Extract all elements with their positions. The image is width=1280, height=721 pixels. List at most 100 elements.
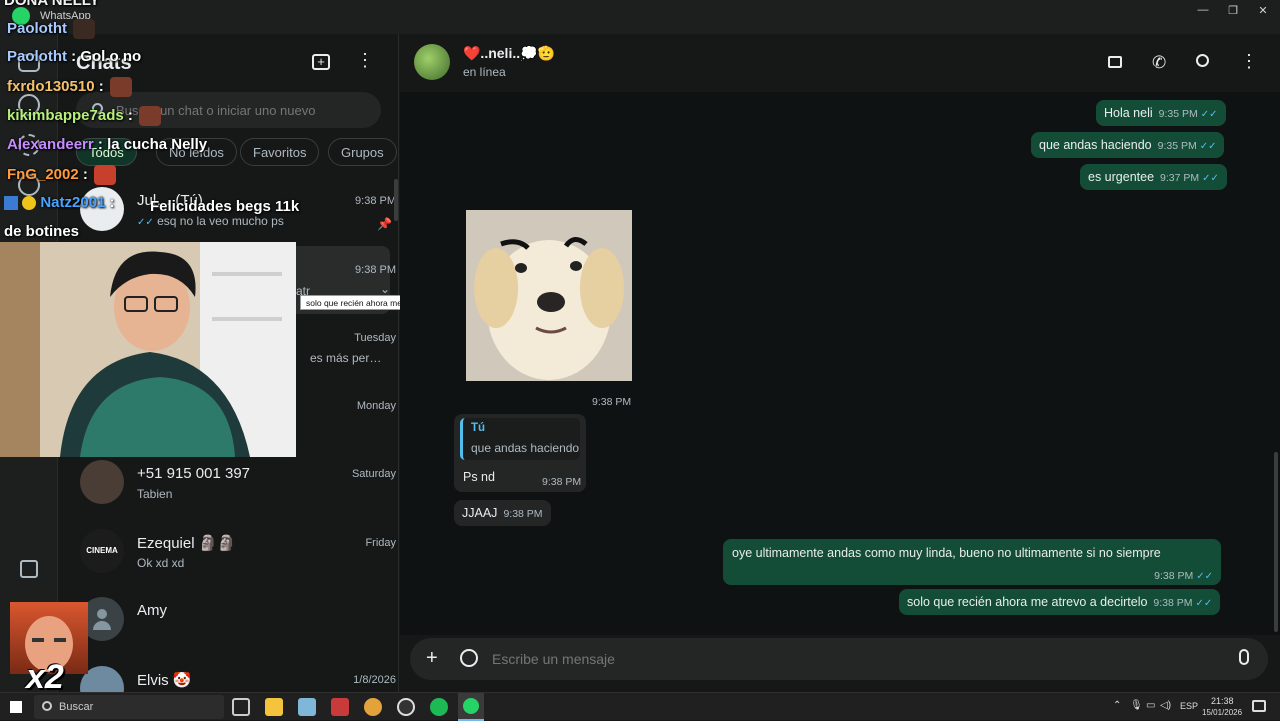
emote-icon	[138, 106, 161, 126]
stream-message: Gol o no	[80, 48, 142, 65]
title-bar: WhatsApp — ❐ ✕	[0, 0, 1280, 34]
chat-menu-icon[interactable]: ⋮	[1240, 51, 1258, 72]
message-bubble-outgoing[interactable]: es urgentee 9:37 PM ✓✓	[1080, 164, 1227, 190]
stream-chat-line: Paolotht : Gol o no	[7, 48, 142, 65]
obs-icon[interactable]	[397, 698, 415, 716]
stream-message: la cucha Nelly	[107, 136, 208, 153]
avatar	[80, 460, 124, 504]
quote-author: Tú	[471, 422, 486, 434]
stream-user: fxrdo130510	[7, 77, 95, 95]
message-time: 9:35 PM	[1157, 140, 1197, 152]
attach-plus-icon[interactable]: +	[426, 647, 438, 670]
message-input[interactable]	[492, 649, 1192, 669]
chat-name: Amy	[137, 602, 167, 619]
spotify-icon[interactable]	[430, 698, 448, 716]
notepad-icon[interactable]	[298, 698, 316, 716]
message-text: Ps nd	[463, 470, 495, 484]
stream-user: Alexandeerr	[7, 136, 94, 153]
windows-start-icon[interactable]	[10, 701, 22, 713]
emote-icon	[109, 77, 132, 97]
sticker-emoji-icon[interactable]	[460, 649, 478, 667]
conversation-scrollbar[interactable]	[1274, 452, 1278, 632]
tray-chevron-icon[interactable]: ⌃	[1113, 700, 1121, 711]
conversation-pane: Hola neli 9:35 PM ✓✓ que andas haciendo 9:3…	[400, 92, 1280, 635]
stream-chat-line: FnG_2002 :	[7, 165, 116, 185]
volume-icon[interactable]: ◁)	[1160, 700, 1171, 711]
chat-name: Elvis 🤡	[137, 672, 192, 689]
stream-user: kikimbappe7ads	[7, 106, 124, 124]
search-icon	[42, 701, 52, 711]
contact-name[interactable]: ❤️..neli..💭🫡	[463, 45, 555, 62]
stream-user: DOÑA NELLY	[4, 0, 100, 9]
message-bubble-outgoing[interactable]: solo que recién ahora me atrevo a decirt…	[899, 589, 1221, 615]
message-time: 9:38 PM	[503, 508, 543, 520]
chat-row[interactable]: CINEMA Ezequiel 🗿🗿 Friday Ok xd xd	[76, 519, 396, 587]
app-icon[interactable]	[331, 698, 349, 716]
minimize-button[interactable]: —	[1192, 4, 1214, 18]
message-bubble-incoming[interactable]: Tú que andas haciendo Ps nd 9:38 PM	[454, 414, 586, 492]
voice-call-icon[interactable]: ✆	[1152, 53, 1166, 73]
read-ticks-icon: ✓✓	[1202, 173, 1219, 184]
taskbar-search[interactable]: Buscar	[34, 695, 224, 719]
maximize-button[interactable]: ❐	[1222, 4, 1244, 18]
chat-time: Saturday	[351, 468, 396, 480]
stream-chat-line: Paolotht	[7, 19, 95, 39]
streamer-webcam-overlay	[0, 242, 296, 457]
clock-date[interactable]: 15/01/2026	[1202, 708, 1242, 717]
message-text: JJAAJ	[462, 506, 498, 520]
message-text: solo que recién ahora me atrevo a decirt…	[907, 595, 1148, 609]
chat-header: ❤️..neli..💭🫡 en línea ✆ ⋮	[400, 34, 1280, 92]
whatsapp-taskbar-button[interactable]	[458, 693, 484, 721]
task-view-icon[interactable]	[232, 698, 250, 716]
notifications-icon[interactable]	[1252, 700, 1266, 712]
message-time: 9:38 PM	[542, 476, 582, 488]
taskbar-search-label: Buscar	[59, 701, 94, 713]
chat-name: +51 915 001 397	[137, 465, 251, 482]
chrome-icon[interactable]	[364, 698, 382, 716]
message-bubble-incoming[interactable]: JJAAJ 9:38 PM	[454, 500, 551, 526]
chat-name: Ezequiel 🗿🗿	[137, 535, 237, 552]
dog-sticker-image[interactable]	[466, 210, 632, 381]
message-bubble-outgoing[interactable]: Hola neli 9:35 PM ✓✓	[1096, 100, 1226, 126]
quote-text: que andas haciendo	[471, 441, 580, 455]
chat-time: 1/8/2026	[353, 674, 396, 686]
message-bubble-outgoing[interactable]: oye ultimamente andas como muy linda, bu…	[723, 539, 1221, 585]
message-bubble-outgoing[interactable]: que andas haciendo 9:35 PM ✓✓	[1031, 132, 1225, 158]
pin-icon: 📌	[377, 217, 392, 231]
close-window-button[interactable]: ✕	[1252, 4, 1274, 18]
chat-time: 9:38 PM	[355, 195, 396, 207]
chat-preview: Ok xd xd	[137, 556, 185, 570]
message-time: 9:35 PM	[1158, 108, 1198, 120]
video-call-icon[interactable]	[1108, 56, 1122, 68]
filter-chip-favorites[interactable]: Favoritos	[240, 138, 320, 166]
search-icon[interactable]	[1196, 54, 1209, 67]
message-time: 9:37 PM	[1160, 172, 1200, 184]
list-scrollbar[interactable]	[394, 179, 398, 221]
microphone-tray-icon[interactable]: 🎙	[1130, 700, 1143, 711]
message-composer: +	[410, 638, 1268, 680]
quoted-message[interactable]: Tú que andas haciendo	[460, 418, 580, 460]
chevron-down-icon[interactable]: ⌄	[380, 282, 390, 296]
chat-time: Tuesday	[354, 332, 396, 344]
stream-user: Paolotht	[7, 19, 67, 37]
clock-time[interactable]: 21:38	[1211, 696, 1234, 706]
menu-kebab-icon[interactable]: ⋮	[356, 50, 374, 71]
file-explorer-icon[interactable]	[265, 698, 283, 716]
new-chat-icon[interactable]: +	[312, 54, 330, 70]
avatar: CINEMA	[80, 529, 124, 573]
read-ticks-icon: ✓✓	[1200, 109, 1218, 120]
filter-chip-groups[interactable]: Grupos	[328, 138, 397, 166]
media-gallery-icon[interactable]	[20, 560, 38, 578]
language-indicator[interactable]: ESP	[1180, 701, 1198, 711]
chat-row[interactable]: Amy	[76, 587, 390, 655]
read-ticks-icon: ✓✓	[1196, 571, 1213, 582]
contact-avatar[interactable]	[414, 44, 450, 80]
message-text: Hola neli	[1104, 106, 1153, 120]
microphone-icon[interactable]	[1239, 649, 1249, 665]
chat-row[interactable]: Elvis 🤡 1/8/2026	[76, 656, 396, 692]
taskbar: Buscar ⌃ 🎙 ▭ ◁) ESP 21:38 15/01/2026	[0, 692, 1280, 721]
network-icon[interactable]: ▭	[1146, 700, 1155, 711]
read-ticks-icon: ✓✓	[1199, 141, 1217, 152]
stream-chat-line: fxrdo130510 :	[7, 77, 132, 97]
chat-row[interactable]: +51 915 001 397 Saturday Tabien	[76, 450, 396, 518]
